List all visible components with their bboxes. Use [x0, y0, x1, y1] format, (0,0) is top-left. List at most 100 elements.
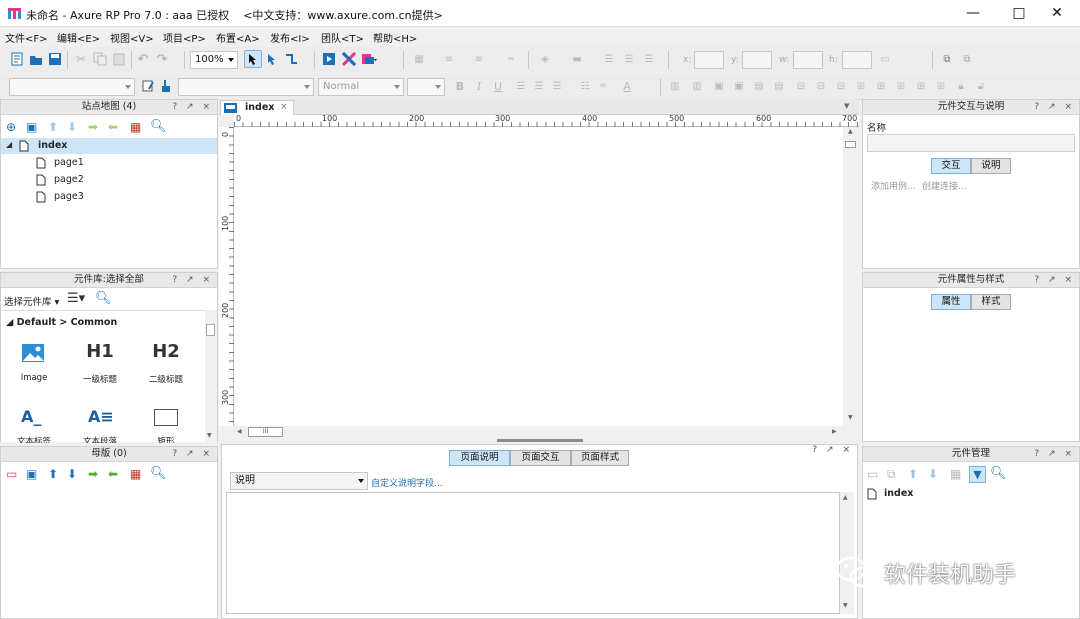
sitemap-controls[interactable]: ? ↗ ×	[172, 100, 213, 114]
text-align-left-icon[interactable]: ☰	[512, 77, 530, 95]
notes-textarea[interactable]	[226, 492, 840, 614]
library-scroll-thumb[interactable]	[206, 324, 215, 336]
cut-icon[interactable]: ✂	[72, 50, 90, 68]
menu-team[interactable]: 团队<T>	[321, 30, 364, 45]
wm-move-down-icon[interactable]: ⬇	[928, 467, 938, 481]
tab-interactions[interactable]: 交互	[931, 158, 971, 174]
align-bottom-icon[interactable]: ☰	[640, 50, 658, 68]
scroll-down-icon[interactable]: ▼	[843, 602, 848, 609]
library-item-label-widget[interactable]: A_ 文本标签	[9, 407, 59, 443]
select-contained-icon[interactable]	[263, 50, 281, 68]
hidden-toggle-icon[interactable]: ▭	[876, 50, 894, 68]
close-icon[interactable]: ✕	[1034, 0, 1080, 27]
lock-icon[interactable]: 🔒︎	[952, 77, 970, 95]
outdent-icon[interactable]: ⬅	[108, 120, 118, 134]
master-indent-icon[interactable]: ➡	[88, 467, 98, 481]
format-painter-icon[interactable]	[139, 77, 157, 95]
notes-field-select[interactable]: 说明	[230, 472, 368, 490]
add-master-icon[interactable]: ▭	[6, 467, 17, 481]
align-bottom-edge-icon[interactable]: ⊞	[852, 77, 870, 95]
library-item-paragraph[interactable]: A≡ 文本段落	[75, 407, 125, 443]
canvas-hscrollbar[interactable]: ◀ III ▶	[234, 426, 843, 439]
align-top-icon[interactable]: ☰	[600, 50, 618, 68]
tab-style[interactable]: 样式	[971, 294, 1011, 310]
font-size-select[interactable]	[407, 78, 445, 96]
customize-fields-link[interactable]: 自定义说明字段...	[371, 476, 443, 489]
paint-brush-icon[interactable]	[157, 77, 175, 95]
unlock-icon[interactable]: 🔓︎	[972, 77, 990, 95]
tab-page-notes[interactable]: 页面说明	[449, 450, 510, 466]
move-up-icon[interactable]: ⬆	[48, 120, 58, 134]
border-color-icon[interactable]: ◈	[536, 50, 554, 68]
delete-master-icon[interactable]: ▦	[130, 467, 141, 481]
text-align-right-icon[interactable]: ☰	[548, 77, 566, 95]
add-page-icon[interactable]: ⊕	[6, 120, 16, 134]
scroll-right-icon[interactable]: ▶	[832, 428, 837, 435]
line-style-icon[interactable]: ┅	[502, 50, 520, 68]
library-search-icon[interactable]: 🔍︎	[95, 291, 112, 306]
x-input[interactable]	[694, 51, 724, 69]
h-input[interactable]	[842, 51, 872, 69]
underline-icon[interactable]: U	[489, 77, 507, 95]
share-icon[interactable]	[340, 50, 358, 68]
new-variable-icon[interactable]: ⧉	[958, 50, 976, 68]
text-align-center-icon[interactable]: ☰	[530, 77, 548, 95]
undo-icon[interactable]: ↶	[134, 50, 152, 68]
zoom-select[interactable]: 100%	[190, 51, 238, 69]
menu-project[interactable]: 项目<P>	[163, 30, 206, 45]
align-right-icon[interactable]: ⊟	[832, 77, 850, 95]
minimize-icon[interactable]: —	[950, 0, 996, 27]
add-master-folder-icon[interactable]: ▣	[26, 467, 37, 481]
tab-index[interactable]: index ×	[220, 100, 294, 115]
redo-icon[interactable]: ↷	[153, 50, 171, 68]
library-item-h1[interactable]: H1 一级标题	[75, 341, 125, 385]
splitter-handle[interactable]	[497, 439, 583, 442]
tab-close-icon[interactable]: ×	[280, 102, 288, 112]
duplicate-icon[interactable]: ⧉	[887, 467, 896, 482]
open-folder-icon[interactable]	[27, 50, 45, 68]
bullet-list-icon[interactable]: ☷	[576, 77, 594, 95]
library-item-image[interactable]: Image	[9, 341, 59, 385]
delete-page-icon[interactable]: ▦	[130, 120, 141, 134]
shadow-icon[interactable]: ▬	[568, 50, 586, 68]
library-item-h2[interactable]: H2 二级标题	[141, 341, 191, 385]
group-icon[interactable]: ▣	[710, 77, 728, 95]
font-family-select[interactable]	[178, 78, 314, 96]
add-case-link[interactable]: 添加用例...	[871, 179, 916, 192]
font-style-select[interactable]: Normal	[318, 78, 404, 96]
menu-help[interactable]: 帮助<H>	[373, 30, 417, 45]
tab-properties[interactable]: 属性	[931, 294, 971, 310]
new-file-icon[interactable]	[8, 50, 26, 68]
widget-name-input[interactable]	[867, 134, 1075, 152]
search-icon[interactable]: 🔍︎	[150, 119, 167, 134]
tab-notes[interactable]: 说明	[971, 158, 1011, 174]
copy-icon[interactable]	[91, 50, 109, 68]
library-selector[interactable]: 选择元件库 ▾	[4, 294, 59, 308]
text-link-icon[interactable]: ∞	[594, 77, 612, 95]
connector-icon[interactable]	[282, 50, 300, 68]
w-input[interactable]	[793, 51, 823, 69]
align-middle-icon[interactable]: ☰	[620, 50, 638, 68]
library-controls[interactable]: ? ↗ ×	[172, 273, 213, 287]
indent-icon[interactable]: ➡	[88, 120, 98, 134]
manage-icon[interactable]: ⧉	[938, 50, 956, 68]
bold-icon[interactable]: B	[451, 77, 469, 95]
align-left-icon[interactable]: ▥	[666, 77, 684, 95]
sitemap-item-page3[interactable]: page3	[1, 189, 217, 205]
line-color-icon[interactable]: ≡	[440, 50, 458, 68]
paste-icon[interactable]	[110, 50, 128, 68]
properties-controls[interactable]: ? ↗ ×	[1034, 273, 1075, 287]
wm-delete-icon[interactable]: ▦	[950, 467, 961, 481]
sitemap-item-page1[interactable]: page1	[1, 155, 217, 171]
menu-view[interactable]: 视图<V>	[110, 30, 154, 45]
publish-icon[interactable]	[360, 50, 378, 68]
library-menu-icon[interactable]: ☰▾	[67, 291, 85, 306]
widget-manager-controls[interactable]: ? ↗ ×	[1034, 447, 1075, 461]
master-search-icon[interactable]: 🔍︎	[150, 466, 167, 481]
sitemap-item-page2[interactable]: page2	[1, 172, 217, 188]
ungroup-icon[interactable]: ▣	[730, 77, 748, 95]
scroll-up-icon[interactable]: ▲	[848, 128, 853, 135]
collapse-arrow-icon[interactable]: ◢	[6, 140, 12, 149]
align-top-edge-icon[interactable]: ⊞	[872, 77, 890, 95]
masters-controls[interactable]: ? ↗ ×	[172, 447, 213, 461]
